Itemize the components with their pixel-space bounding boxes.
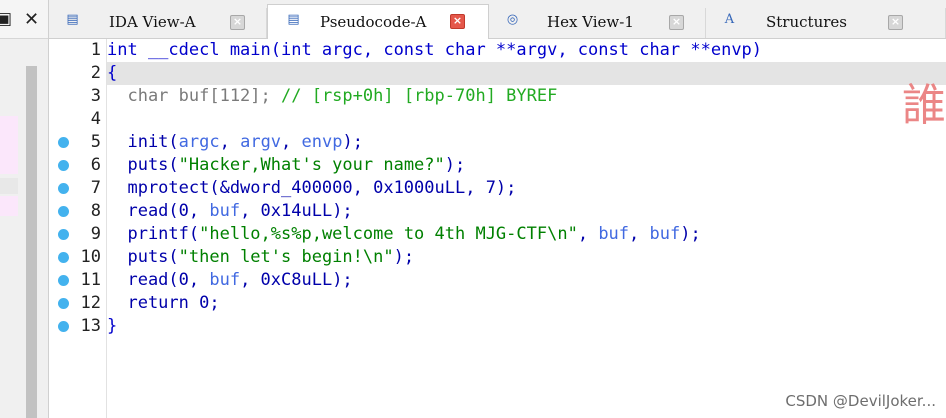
tab-close-button[interactable]: × [669, 15, 684, 30]
left-panel-highlight [0, 116, 18, 174]
left-panel-selection [0, 178, 18, 194]
code-line[interactable]: read(0, buf, 0x14uLL); [107, 200, 352, 223]
pin-icon[interactable]: ▣ [0, 9, 12, 29]
breakpoint-icon[interactable] [58, 206, 69, 217]
breakpoint-icon[interactable] [58, 229, 69, 240]
code-line[interactable]: puts("then let's begin!\n"); [107, 246, 414, 269]
tab-bar: ▤ IDA View-A × ▤ Pseudocode-A × ◎ Hex Vi… [49, 0, 946, 39]
ida-view-icon: ▤ [66, 12, 79, 27]
line-number: 4 [90, 109, 101, 129]
breakpoint-icon[interactable] [58, 252, 69, 263]
code-line[interactable]: printf("hello,%s%p,welcome to 4th MJG-CT… [107, 223, 700, 246]
tab-label: IDA View-A [109, 13, 196, 31]
code-line[interactable]: } [107, 315, 117, 338]
structures-icon: A [724, 12, 735, 27]
hex-view-icon: ◎ [506, 12, 519, 27]
line-number: 3 [90, 86, 101, 106]
tab-close-button[interactable]: × [230, 15, 245, 30]
code-line[interactable]: char buf[112]; // [rsp+0h] [rbp-70h] BYR… [107, 85, 557, 108]
pseudocode-view[interactable]: 1 int __cdecl main(int argc, const char *… [49, 39, 946, 418]
csdn-watermark: CSDN @DevilJoker... [785, 392, 936, 410]
breakpoint-icon[interactable] [58, 183, 69, 194]
code-line[interactable]: init(argc, argv, envp); [107, 131, 363, 154]
tab-close-button[interactable]: × [450, 14, 465, 29]
line-number: 1 [90, 40, 101, 60]
line-number: 11 [80, 270, 101, 290]
code-line[interactable]: mprotect(&dword_400000, 0x1000uLL, 7); [107, 177, 516, 200]
tab-close-button[interactable]: × [888, 15, 903, 30]
tab-label: Structures [766, 13, 847, 31]
line-number: 10 [80, 247, 101, 267]
line-number: 13 [80, 316, 101, 336]
code-comment: // [rsp+0h] [rbp-70h] BYREF [281, 86, 558, 106]
line-number: 5 [90, 132, 101, 152]
left-panel-highlight [0, 196, 18, 216]
breakpoint-icon[interactable] [58, 275, 69, 286]
left-panel-scrollbar[interactable] [26, 66, 37, 418]
tab-ida-view-a[interactable]: ▤ IDA View-A × [49, 8, 267, 38]
line-number: 8 [90, 201, 101, 221]
corner-watermark-glyph: 誰 [902, 80, 946, 131]
tab-hex-view-1[interactable]: ◎ Hex View-1 × [489, 8, 706, 38]
line-number: 2 [90, 63, 101, 83]
breakpoint-icon[interactable] [58, 160, 69, 171]
tab-pseudocode-a[interactable]: ▤ Pseudocode-A × [267, 4, 489, 39]
pseudocode-icon: ▤ [287, 12, 300, 27]
line-number: 12 [80, 293, 101, 313]
code-line[interactable]: { [107, 62, 117, 85]
breakpoint-icon[interactable] [58, 137, 69, 148]
code-line[interactable]: return 0; [107, 292, 219, 315]
breakpoint-icon[interactable] [58, 321, 69, 332]
line-number: 9 [90, 224, 101, 244]
tab-label: Hex View-1 [547, 13, 634, 31]
line-number: 6 [90, 155, 101, 175]
code-line[interactable]: read(0, buf, 0xC8uLL); [107, 269, 352, 292]
code-line[interactable]: puts("Hacker,What's your name?"); [107, 154, 465, 177]
left-panel-header: ▣ ✕ [0, 0, 48, 39]
left-panel: ▣ ✕ [0, 0, 49, 418]
line-number: 7 [90, 178, 101, 198]
code-line[interactable]: int __cdecl main(int argc, const char **… [107, 39, 762, 62]
tab-structures[interactable]: A Structures × [706, 8, 946, 38]
close-icon[interactable]: ✕ [24, 9, 39, 30]
tab-label: Pseudocode-A [320, 13, 427, 31]
breakpoint-icon[interactable] [58, 298, 69, 309]
current-line-highlight [107, 62, 946, 85]
